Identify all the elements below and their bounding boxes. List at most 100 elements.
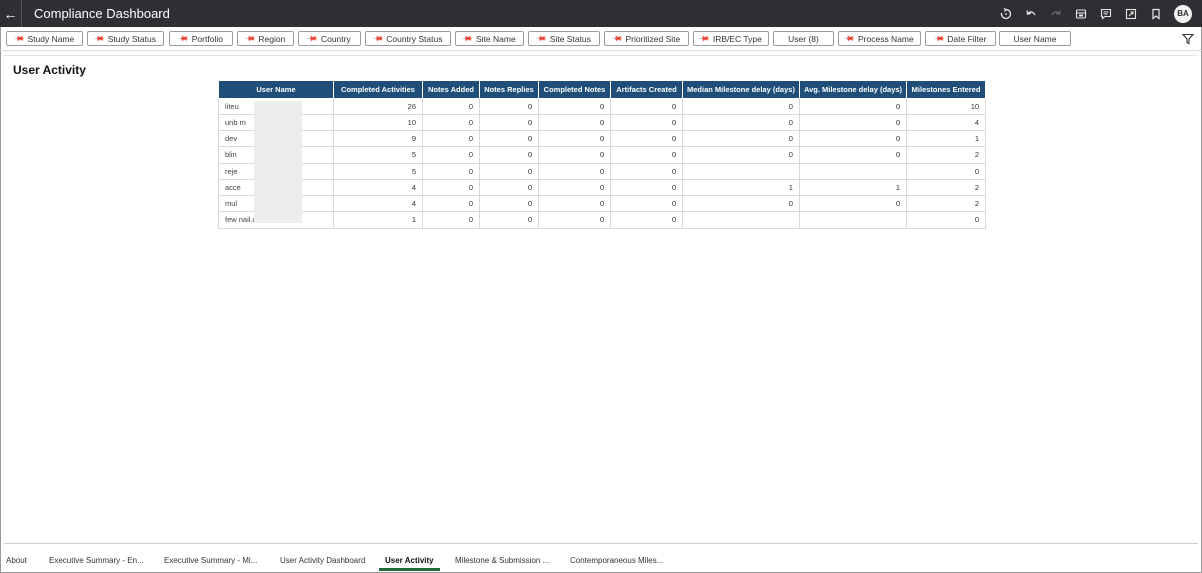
cell-median-milestone-delay: 0 xyxy=(682,97,800,115)
pin-icon: 📌 xyxy=(611,33,623,45)
col-header-median-milestone-delay[interactable]: Median Milestone delay (days) xyxy=(682,81,800,99)
cell-notes-added: 0 xyxy=(422,97,480,115)
tab-contemporaneous-miles[interactable]: Contemporaneous Miles... xyxy=(570,551,663,571)
cell-notes-replies: 0 xyxy=(479,113,539,132)
col-header-notes-replies[interactable]: Notes Replies xyxy=(479,81,539,99)
cell-avg-milestone-delay xyxy=(798,211,908,229)
cell-completed-notes: 0 xyxy=(538,129,611,148)
col-header-milestones-entered[interactable]: Milestones Entered xyxy=(906,81,987,99)
back-arrow-icon: ← xyxy=(3,5,18,22)
pin-icon: 📌 xyxy=(244,33,256,45)
pin-icon: 📌 xyxy=(93,33,105,45)
filter-site-name[interactable]: 📌 Site Name xyxy=(455,31,524,46)
col-header-user-name[interactable]: User Name xyxy=(218,81,334,99)
comments-icon[interactable] xyxy=(1093,0,1118,27)
cell-notes-replies: 0 xyxy=(479,146,539,164)
pin-icon: 📌 xyxy=(932,33,945,45)
col-header-notes-added[interactable]: Notes Added xyxy=(422,81,480,99)
filter-country[interactable]: 📌 Country xyxy=(298,31,361,46)
back-button[interactable]: ← xyxy=(0,0,22,27)
filter-irb-ec-type[interactable]: 📌 IRB/EC Type xyxy=(693,31,769,46)
tab-executive-summary-mi[interactable]: Executive Summary - Mi... xyxy=(164,551,257,571)
cell-notes-added: 0 xyxy=(422,162,480,180)
bookmark-manager-icon[interactable] xyxy=(1068,0,1093,27)
cell-completed-activities: 9 xyxy=(333,129,423,148)
cell-milestones-entered: 2 xyxy=(906,146,987,164)
filter-study-name[interactable]: 📌 Study Name xyxy=(6,31,83,46)
pin-icon: 📌 xyxy=(843,33,855,45)
cell-notes-replies: 0 xyxy=(479,211,539,229)
cell-completed-activities: 4 xyxy=(333,178,423,197)
cell-milestones-entered: 2 xyxy=(906,194,987,213)
cell-completed-notes: 0 xyxy=(538,178,611,197)
cell-completed-activities: 5 xyxy=(333,146,423,164)
tabs-divider xyxy=(4,543,1198,544)
tab-user-activity[interactable]: User Activity xyxy=(379,551,440,571)
cell-artifacts-created: 0 xyxy=(610,194,683,213)
cell-median-milestone-delay xyxy=(682,211,800,229)
cell-completed-activities: 26 xyxy=(333,97,423,115)
user-avatar[interactable]: BA xyxy=(1174,4,1192,23)
reset-icon[interactable] xyxy=(993,0,1018,27)
col-header-completed-activities[interactable]: Completed Activities xyxy=(333,81,423,99)
table-row: unb m 10 0 0 0 0 0 0 4 xyxy=(218,113,987,132)
table-header-row: User Name Completed Activities Notes Add… xyxy=(218,81,987,99)
filter-site-status[interactable]: 📌 Site Status xyxy=(528,31,600,46)
canvas-divider xyxy=(4,55,1198,56)
cell-notes-replies: 0 xyxy=(479,129,539,148)
filter-portfolio[interactable]: 📌 Portfolio xyxy=(169,31,233,46)
tab-user-activity-dashboard[interactable]: User Activity Dashboard xyxy=(280,551,365,571)
cell-completed-activities: 4 xyxy=(333,194,423,213)
cell-notes-added: 0 xyxy=(422,129,480,148)
cell-completed-notes: 0 xyxy=(538,211,611,229)
cell-notes-added: 0 xyxy=(422,194,480,213)
table-row: blin 5 0 0 0 0 0 0 2 xyxy=(218,146,987,164)
table-row: reje 5 0 0 0 0 0 xyxy=(218,162,987,180)
filter-study-status[interactable]: 📌 Study Status xyxy=(87,31,164,46)
cell-notes-added: 0 xyxy=(422,178,480,197)
table-row: dev 9 0 0 0 0 0 0 1 xyxy=(218,129,987,148)
col-header-avg-milestone-delay[interactable]: Avg. Milestone delay (days) xyxy=(798,81,908,99)
table-row: mul 4 0 0 0 0 0 0 2 xyxy=(218,194,987,213)
filter-user-name[interactable]: User Name xyxy=(999,31,1071,46)
cell-notes-replies: 0 xyxy=(479,194,539,213)
present-icon[interactable] xyxy=(1118,0,1143,27)
col-header-artifacts-created[interactable]: Artifacts Created xyxy=(610,81,683,99)
col-header-completed-notes[interactable]: Completed Notes xyxy=(538,81,611,99)
cell-median-milestone-delay: 1 xyxy=(682,178,800,197)
title-bar: ← Compliance Dashboard BA xyxy=(0,0,1202,27)
cell-artifacts-created: 0 xyxy=(610,162,683,180)
pin-icon: 📌 xyxy=(177,33,189,45)
tab-about[interactable]: About xyxy=(6,551,27,571)
cell-completed-notes: 0 xyxy=(538,146,611,164)
pin-icon: 📌 xyxy=(371,33,384,45)
filter-country-status[interactable]: 📌 Country Status xyxy=(365,31,451,46)
tab-executive-summary-en[interactable]: Executive Summary - En... xyxy=(49,551,144,571)
tab-milestone-submission[interactable]: Milestone & Submission ... xyxy=(455,551,549,571)
cell-completed-notes: 0 xyxy=(538,162,611,180)
cell-completed-activities: 1 xyxy=(333,211,423,229)
cell-completed-activities: 5 xyxy=(333,162,423,180)
cell-milestones-entered: 10 xyxy=(906,97,987,115)
cell-artifacts-created: 0 xyxy=(610,178,683,197)
user-activity-table: User Name Completed Activities Notes Add… xyxy=(218,81,987,229)
filter-user[interactable]: User (8) xyxy=(773,31,834,46)
filter-date-filter[interactable]: 📌 Date Filter xyxy=(925,31,996,46)
filter-bar: 📌 Study Name 📌 Study Status 📌 Portfolio 📌 Re… xyxy=(0,27,1202,51)
pin-icon: 📌 xyxy=(535,33,547,45)
filter-prioritized-site[interactable]: 📌 Prioritized Site xyxy=(604,31,689,46)
bookmark-icon[interactable] xyxy=(1143,0,1168,27)
cell-artifacts-created: 0 xyxy=(610,146,683,164)
cell-milestones-entered: 0 xyxy=(906,162,987,180)
cell-avg-milestone-delay: 0 xyxy=(798,146,908,164)
redo-icon[interactable] xyxy=(1043,0,1068,27)
table-row: acce 4 0 0 0 0 1 1 2 xyxy=(218,178,987,197)
cell-completed-activities: 10 xyxy=(333,113,423,132)
filter-region[interactable]: 📌 Region xyxy=(237,31,294,46)
filter-process-name[interactable]: 📌 Process Name xyxy=(838,31,921,46)
undo-icon[interactable] xyxy=(1018,0,1043,27)
filter-funnel-icon[interactable] xyxy=(1181,32,1195,45)
cell-milestones-entered: 1 xyxy=(906,129,987,148)
cell-milestones-entered: 0 xyxy=(906,211,987,229)
pin-icon: 📌 xyxy=(698,33,710,45)
